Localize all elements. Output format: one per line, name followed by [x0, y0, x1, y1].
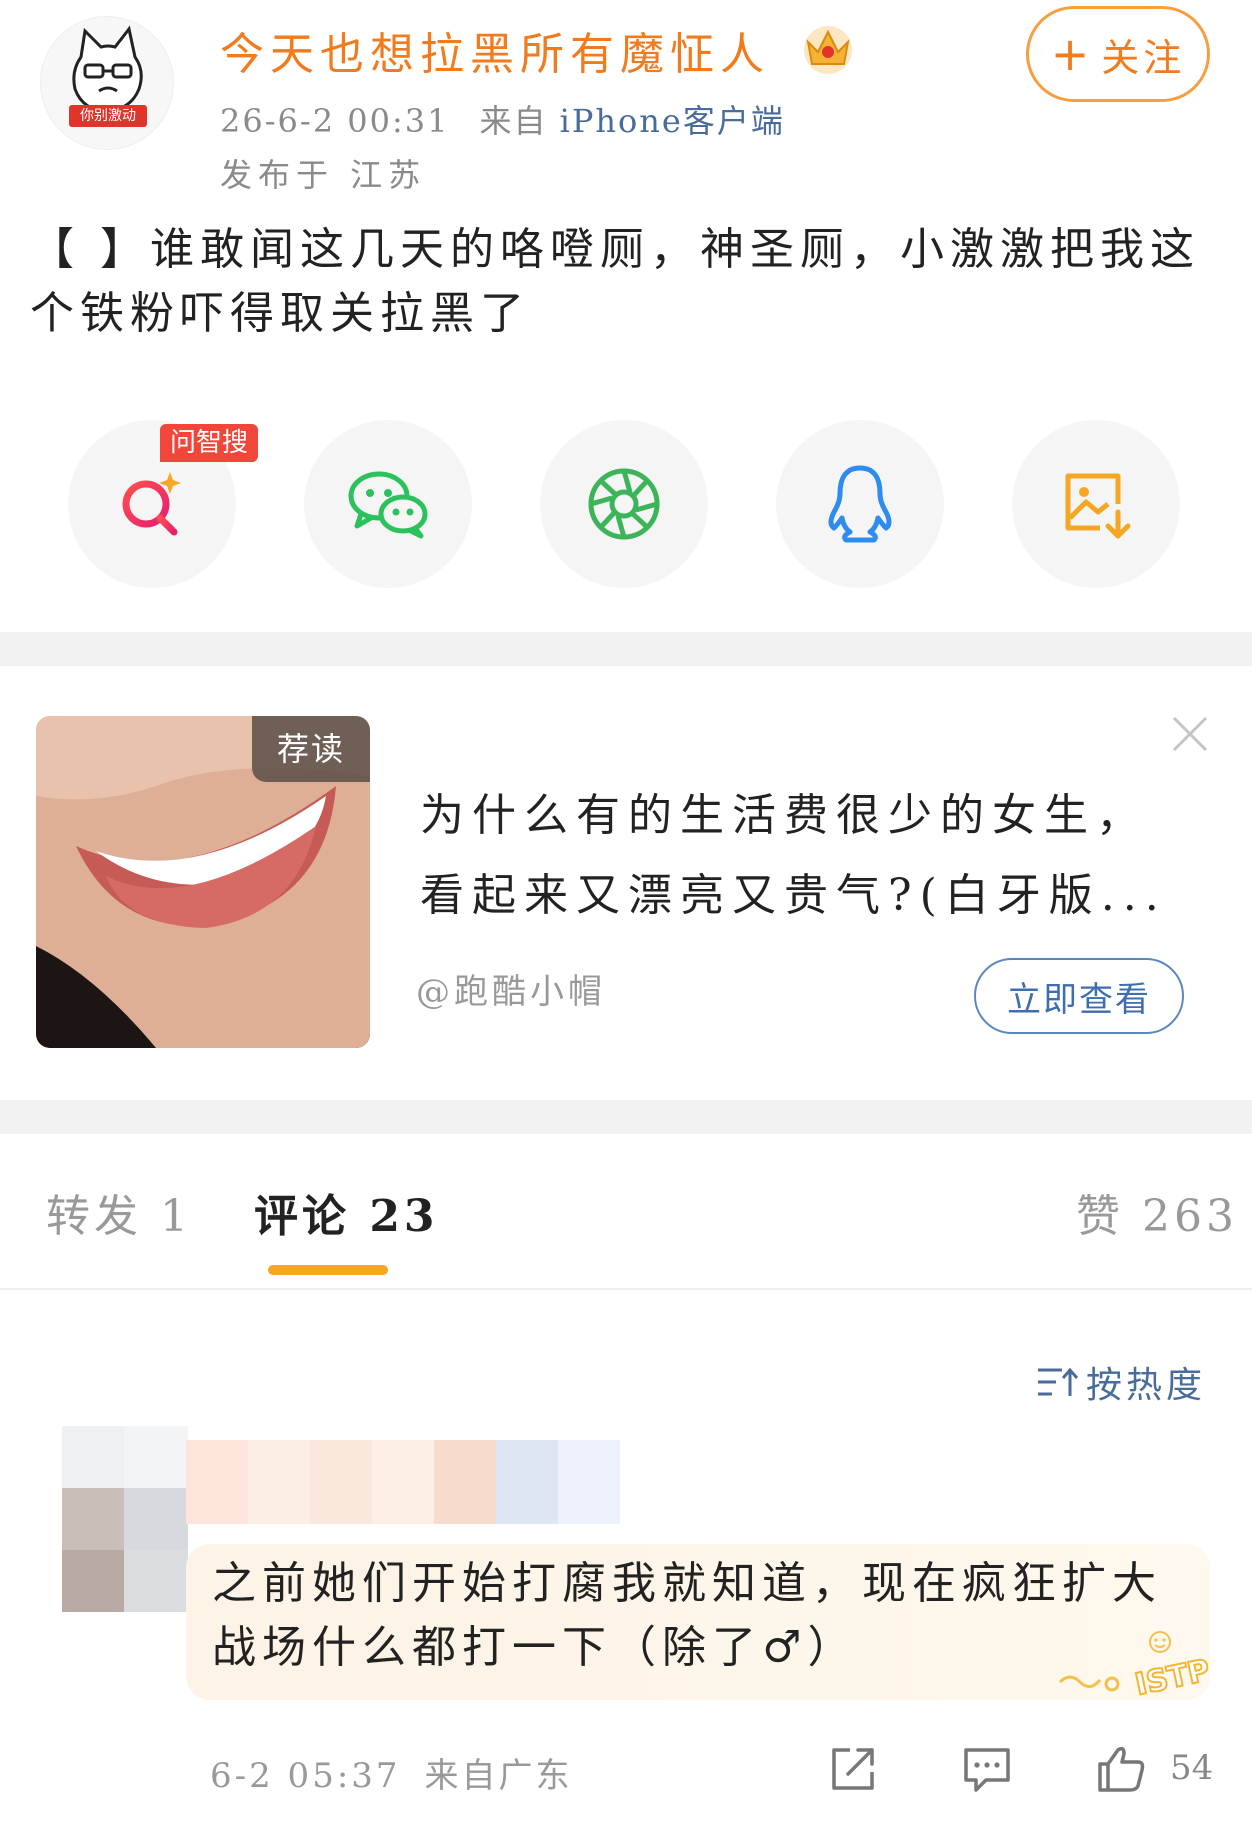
share-icon[interactable]	[826, 1742, 880, 1796]
like-icon[interactable]	[1094, 1742, 1148, 1796]
commenter-avatar[interactable]	[62, 1426, 188, 1612]
post-source-client[interactable]: iPhone客户端	[560, 102, 785, 140]
recommend-author: @跑酷小帽	[416, 972, 606, 1012]
comment-icon[interactable]	[960, 1742, 1014, 1796]
share-moments-button[interactable]	[540, 420, 708, 588]
qq-icon	[828, 465, 892, 543]
section-divider	[0, 632, 1252, 666]
comment-location: 来自广东	[424, 1756, 573, 1796]
close-icon[interactable]	[1168, 712, 1212, 756]
comment-meta: 6-2 05:37 来自广东	[210, 1748, 573, 1797]
ai-search-badge: 问智搜	[160, 424, 259, 462]
tab-repost[interactable]: 转发 1	[46, 1180, 192, 1244]
author-name[interactable]: 今天也想拉黑所有魔怔人	[220, 18, 770, 82]
avatar-caption: 你别激动	[69, 105, 147, 127]
tab-active-indicator	[268, 1265, 388, 1275]
share-save-image-button[interactable]	[1012, 420, 1180, 588]
share-wechat-button[interactable]	[304, 420, 472, 588]
share-qq-button[interactable]	[776, 420, 944, 588]
moments-icon	[588, 468, 660, 540]
post-text: 【 】谁敢闻这几天的咯噔厕，神圣厕，小激激把我这个铁粉吓得取关拉黑了	[30, 224, 1200, 339]
sort-selector[interactable]: 按热度	[1036, 1356, 1206, 1408]
author-avatar[interactable]: 你别激动	[40, 16, 174, 150]
sticker-label: ISTP	[1132, 1653, 1213, 1703]
like-count: 54	[1170, 1748, 1214, 1788]
tab-comments[interactable]: 评论 23	[254, 1180, 439, 1244]
view-now-button[interactable]: 立即查看	[974, 958, 1184, 1034]
istp-sticker-icon: ISTP	[1058, 1631, 1214, 1704]
post-time: 26-6-2 00:31	[220, 102, 450, 140]
recommend-image[interactable]: 荐读	[36, 716, 370, 1048]
cartoon-avatar-icon	[72, 25, 143, 127]
wechat-icon	[348, 471, 428, 539]
crown-badge-icon	[804, 26, 852, 74]
post-meta: 26-6-2 00:31 来自 iPhone客户端	[220, 96, 785, 142]
sort-label: 按热度	[1086, 1365, 1207, 1406]
plus-icon: +	[1050, 27, 1094, 81]
comment-time: 6-2 05:37	[210, 1756, 401, 1796]
sort-icon	[1038, 1367, 1078, 1396]
follow-label: 关注	[1101, 35, 1186, 80]
tab-divider	[0, 1288, 1252, 1290]
save-image-icon	[1065, 473, 1131, 539]
post-location: 发布于 江苏	[220, 156, 427, 194]
post-source-prefix: 来自	[479, 102, 548, 140]
tab-likes[interactable]: 赞 263	[1076, 1180, 1238, 1244]
ai-search-icon	[122, 472, 181, 536]
section-divider	[0, 1100, 1252, 1134]
recommend-title[interactable]: 为什么有的生活费很少的女生，看起来又漂亮又贵气?(白牙版...	[420, 776, 1180, 936]
commenter-name-blurred[interactable]	[186, 1440, 682, 1524]
recommend-tag: 荐读	[252, 716, 370, 782]
follow-button[interactable]: + 关注	[1026, 6, 1210, 102]
